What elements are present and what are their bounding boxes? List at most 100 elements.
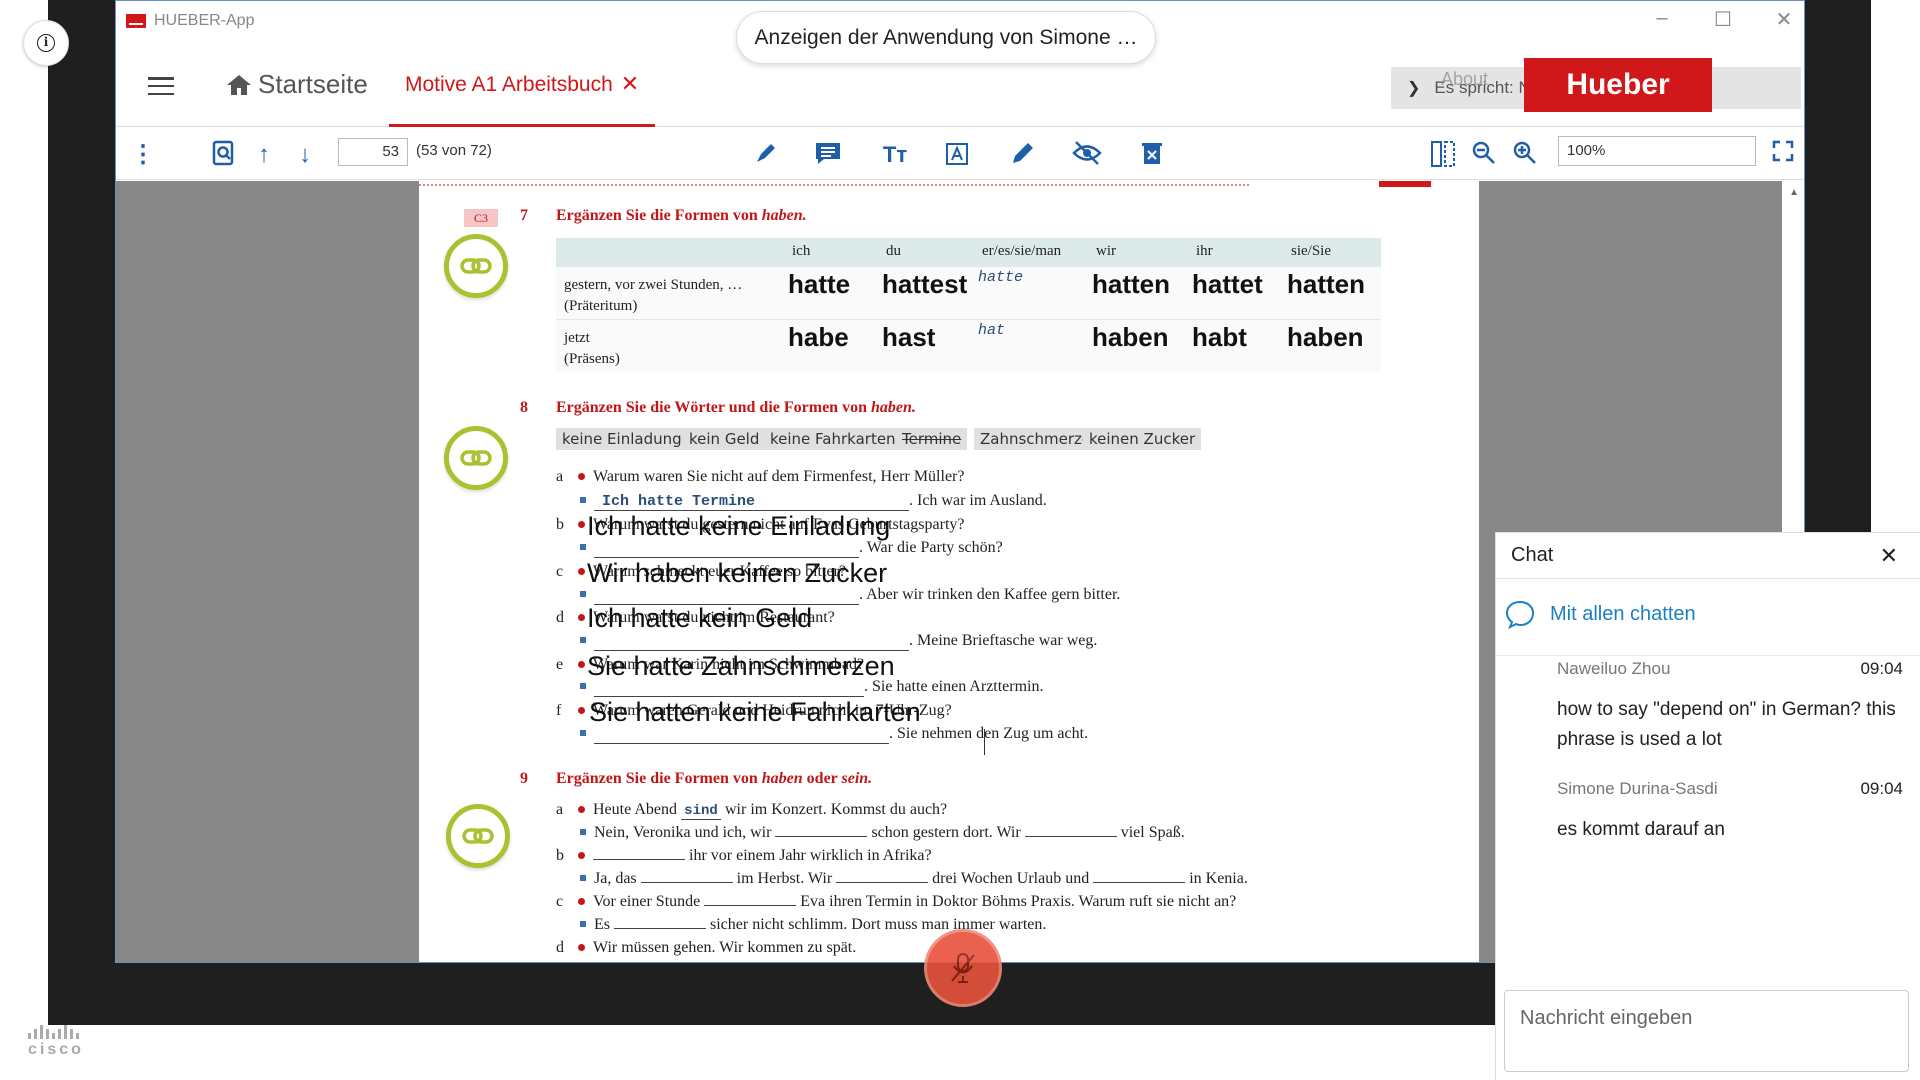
answer-text[interactable]: hattet	[1192, 269, 1263, 299]
close-window-button[interactable]: ✕	[1764, 7, 1804, 32]
link-icon[interactable]	[446, 804, 510, 868]
pdf-page: C3 7 Ergänzen Sie die Formen von haben. …	[419, 181, 1479, 962]
answer-text[interactable]: hast	[882, 322, 935, 352]
word-bank-item: keinen Zucker	[1083, 428, 1202, 450]
answer-text[interactable]: hatten	[1092, 269, 1170, 299]
home-label: Startseite	[258, 69, 368, 99]
exercise-9-number: 9	[520, 770, 528, 787]
home-icon	[227, 74, 251, 95]
message-sender: Simone Durina-Sasdi	[1557, 779, 1718, 798]
highlighter-icon[interactable]	[751, 140, 781, 170]
word-bank-item-used: Termine	[896, 428, 968, 450]
answer-9b[interactable]: Ja, das im Herbst. Wir drei Wochen Urlau…	[556, 870, 1248, 888]
cisco-logo: cisco	[28, 1025, 102, 1059]
scroll-up-icon[interactable]: ▲	[1789, 187, 1799, 198]
zoom-level-input[interactable]: 100%	[1558, 136, 1756, 166]
comment-icon[interactable]	[813, 140, 843, 170]
tab-label: Motive A1 Arbeitsbuch	[405, 73, 613, 96]
answer-text[interactable]: hatten	[1287, 269, 1365, 299]
delete-icon[interactable]	[1137, 140, 1167, 170]
chevron-right-icon: ❯	[1407, 80, 1421, 97]
table-row: jetzt (Präsens) habe hast hat haben habt …	[556, 318, 1381, 372]
word-bank-item: keine Fahrkarten	[764, 428, 902, 450]
handwritten-answer-c[interactable]: Wir haben keinen Zucker	[587, 558, 887, 589]
tab-motive-a1[interactable]: Motive A1 Arbeitsbuch ✕	[389, 45, 656, 127]
question-9a[interactable]: a Heute Abend sind wir im Konzert. Kommst…	[556, 801, 947, 820]
text-cursor	[984, 729, 985, 755]
message-text: how to say "depend on" in German? this p…	[1557, 699, 1896, 750]
link-icon[interactable]	[444, 234, 508, 298]
search-document-icon[interactable]	[209, 140, 239, 170]
chat-bubble-icon	[1505, 600, 1535, 629]
example-answer: hat	[978, 321, 1006, 339]
answer-text[interactable]: habt	[1192, 322, 1247, 352]
question-a: a Warum waren Sie nicht auf dem Firmenfes…	[556, 468, 965, 485]
answer-9a[interactable]: Nein, Veronika und ich, wir schon gester…	[556, 824, 1185, 842]
page-marker	[1379, 181, 1431, 187]
fullscreen-icon[interactable]	[1768, 140, 1798, 170]
question-9c[interactable]: c Vor einer Stunde Eva ihren Termin in Do…	[556, 893, 1236, 911]
menu-icon[interactable]	[148, 77, 174, 95]
zoom-in-icon[interactable]	[1510, 140, 1540, 170]
maximize-button[interactable]: ☐	[1703, 7, 1743, 32]
handwritten-answer-b[interactable]: Ich hatte keine Einladung	[587, 511, 890, 542]
microphone-muted-icon	[951, 953, 975, 983]
exercise-7-number: 7	[520, 207, 528, 224]
word-bank-item: keine Einladung	[556, 428, 688, 450]
zoom-out-icon[interactable]	[1469, 140, 1499, 170]
question-9d: d Wir müssen gehen. Wir kommen zu spät.	[556, 939, 857, 956]
more-vert-icon[interactable]: ⋮	[128, 140, 158, 170]
link-icon[interactable]	[444, 426, 508, 490]
text-box-icon[interactable]	[942, 140, 972, 170]
sharing-banner[interactable]: Anzeigen der Anwendung von Simone …	[736, 11, 1156, 64]
handwritten-answer-d[interactable]: Ich hatte kein Geld	[587, 603, 812, 634]
minimize-button[interactable]: –	[1642, 7, 1682, 30]
chat-divider	[1496, 655, 1920, 656]
previous-page-icon[interactable]: ↑	[249, 140, 279, 170]
chat-all-label: Mit allen chatten	[1550, 602, 1696, 625]
exercise-9-heading: Ergänzen Sie die Formen von haben oder s…	[556, 770, 873, 787]
table-row: gestern, vor zwei Stunden, … (Präteritum)…	[556, 265, 1381, 319]
answer-line-a[interactable]: Ich hatte Termine. Ich war im Ausland.	[556, 492, 1047, 511]
about-link[interactable]: About	[1441, 69, 1488, 90]
home-link[interactable]: Startseite	[226, 69, 368, 100]
chat-with-everyone[interactable]: Mit allen chatten	[1504, 599, 1696, 629]
question-9b[interactable]: b ihr vor einem Jahr wirklich in Afrika?	[556, 847, 932, 865]
answer-text[interactable]: hatte	[788, 269, 850, 299]
answer-text[interactable]: haben	[1092, 322, 1169, 352]
mute-button[interactable]	[924, 929, 1002, 1007]
window-title: HUEBER-App	[154, 12, 255, 29]
conjugation-table: ich du er/es/sie/man wir ihr sie/Sie ges…	[556, 238, 1381, 372]
word-bank-item: kein Geld	[683, 428, 766, 450]
answer-text[interactable]: hattest	[882, 269, 967, 299]
handwritten-answer-f[interactable]: Sie hatten keine Fahrkarten	[589, 697, 921, 728]
page-count: (53 von 72)	[416, 142, 492, 159]
message-sender: Naweiluo Zhou	[1557, 659, 1671, 678]
info-button[interactable]: i	[23, 20, 69, 66]
close-tab-icon[interactable]: ✕	[621, 71, 639, 96]
info-icon: i	[37, 34, 55, 52]
page-number-input[interactable]: 53	[338, 138, 408, 166]
next-page-icon[interactable]: ↓	[290, 140, 320, 170]
close-icon[interactable]: ✕	[1880, 543, 1898, 569]
section-badge: C3	[464, 209, 498, 227]
message-time: 09:04	[1860, 659, 1903, 678]
exercise-8-number: 8	[520, 399, 528, 416]
example-answer: hatte	[978, 268, 1024, 286]
pdf-toolbar: ⋮ ↑ ↓ 53 (53 von 72) Tт 100%	[116, 128, 1804, 180]
answer-text[interactable]: haben	[1287, 322, 1364, 352]
two-page-view-icon[interactable]	[1428, 140, 1458, 170]
text-size-icon[interactable]: Tт	[880, 140, 910, 170]
message-text: es kommt darauf an	[1557, 819, 1725, 840]
app-logo-icon	[126, 14, 146, 28]
hueber-logo: Hueber	[1524, 58, 1712, 112]
hide-annotations-icon[interactable]	[1072, 140, 1102, 170]
message-time: 09:04	[1860, 779, 1903, 798]
page-divider	[419, 184, 1249, 186]
chat-title: Chat	[1496, 533, 1920, 579]
handwritten-answer-e[interactable]: Sie hatte Zahnschmerzen	[587, 651, 895, 682]
answer-text[interactable]: habe	[788, 322, 849, 352]
pencil-icon[interactable]	[1008, 140, 1038, 170]
answer-line-d[interactable]: .. Meine Brieftasche war weg.	[556, 632, 1097, 651]
chat-message-input[interactable]: Nachricht eingeben	[1504, 990, 1909, 1072]
